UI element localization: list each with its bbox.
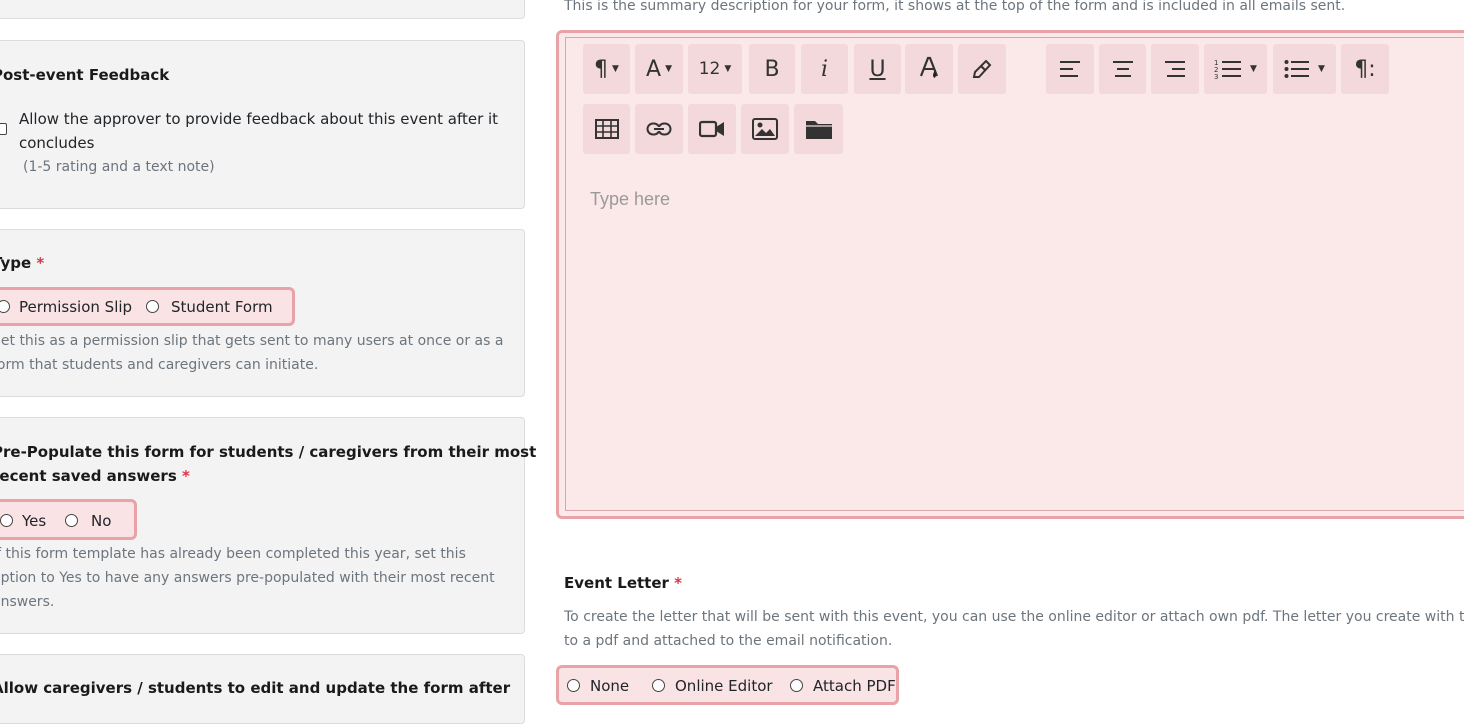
font-family-button[interactable]: A ▼ <box>635 44 683 94</box>
paragraph-icon: ¶ <box>594 56 609 82</box>
table-icon <box>594 119 619 139</box>
paragraph-format-icon: ¶: <box>1354 56 1376 82</box>
feedback-checkbox-label[interactable]: Allow the approver to provide feedback a… <box>19 107 498 155</box>
align-left-button[interactable] <box>1046 44 1094 94</box>
chevron-down-icon: ▼ <box>612 64 619 74</box>
align-left-icon <box>1060 61 1080 77</box>
prepopulate-help: If this form template has already been c… <box>0 542 495 614</box>
type-card: Type * Permission Slip Student Form Set … <box>0 229 525 397</box>
insert-table-button[interactable] <box>583 104 630 154</box>
paragraph-style-button[interactable]: ¶ ▼ <box>583 44 630 94</box>
feedback-label-line2: concludes <box>19 134 95 152</box>
event-letter-radio-group: None Online Editor Attach PDF <box>556 665 899 705</box>
event-letter-help-line2: to a pdf and attached to the email notif… <box>564 633 893 649</box>
highlight-icon <box>972 59 992 78</box>
feedback-card: Post-event Feedback Allow the approver t… <box>0 40 525 209</box>
settings-card-top <box>0 0 525 19</box>
svg-text:3: 3 <box>1214 73 1218 80</box>
underline-button[interactable]: U <box>854 44 901 94</box>
chevron-down-icon: ▼ <box>1318 64 1325 74</box>
prepopulate-title-line2: recent saved answers <box>0 467 177 485</box>
text-color-button[interactable] <box>905 44 953 94</box>
type-help-line1: Set this as a permission slip that gets … <box>0 333 504 349</box>
insert-video-button[interactable] <box>688 104 736 154</box>
font-size-value: 12 <box>698 59 721 79</box>
prepopulate-help-line2: option to Yes to have any answers pre-po… <box>0 570 495 586</box>
font-size-button[interactable]: 12 ▼ <box>688 44 742 94</box>
radio-none-label[interactable]: None <box>590 677 629 695</box>
radio-no[interactable] <box>65 514 78 527</box>
radio-yes-label[interactable]: Yes <box>22 512 46 530</box>
ordered-list-button[interactable]: 1 2 3 ▼ <box>1204 44 1267 94</box>
bold-icon: B <box>764 56 780 82</box>
radio-attach-pdf-label[interactable]: Attach PDF <box>813 677 896 695</box>
chevron-down-icon: ▼ <box>1250 64 1257 74</box>
type-title-text: Type <box>0 254 32 272</box>
unordered-list-icon <box>1284 60 1310 78</box>
prepopulate-help-line1: If this form template has already been c… <box>0 546 466 562</box>
allow-edit-title: Allow caregivers / students to edit and … <box>0 679 511 697</box>
type-radio-group: Permission Slip Student Form <box>0 287 295 326</box>
text-color-icon <box>919 56 939 78</box>
radio-none[interactable] <box>567 679 580 692</box>
italic-icon: i <box>820 56 829 82</box>
bold-button[interactable]: B <box>749 44 795 94</box>
radio-yes[interactable] <box>0 514 13 527</box>
ordered-list-icon: 123 <box>1214 59 1242 80</box>
prepopulate-title-line1: Pre-Populate this form for students / ca… <box>0 443 537 461</box>
unordered-list-button[interactable]: ▼ <box>1273 44 1336 94</box>
radio-no-label[interactable]: No <box>91 512 111 530</box>
event-letter-help: To create the letter that will be sent w… <box>564 605 1464 653</box>
required-asterisk: * <box>36 254 45 272</box>
align-right-button[interactable] <box>1151 44 1199 94</box>
radio-online-editor-label[interactable]: Online Editor <box>675 677 773 695</box>
insert-image-button[interactable] <box>741 104 789 154</box>
radio-student-form[interactable] <box>146 300 159 313</box>
type-title: Type * <box>0 254 44 272</box>
event-letter-title: Event Letter * <box>564 574 682 592</box>
image-icon <box>752 118 778 140</box>
feedback-title: Post-event Feedback <box>0 66 170 84</box>
radio-student-form-label[interactable]: Student Form <box>171 298 273 316</box>
italic-button[interactable]: i <box>801 44 848 94</box>
insert-link-button[interactable] <box>635 104 683 154</box>
editor-content-area[interactable]: Type here <box>590 189 670 210</box>
allow-edit-card: Allow caregivers / students to edit and … <box>0 654 525 724</box>
description-editor: ¶ ▼ A ▼ 12 ▼ B i U 1 2 3 ▼ ▼ ¶: Type her… <box>556 30 1464 519</box>
required-asterisk: * <box>674 574 683 592</box>
feedback-label-line1: Allow the approver to provide feedback a… <box>19 110 499 128</box>
type-help: Set this as a permission slip that gets … <box>0 329 503 377</box>
prepopulate-title: Pre-Populate this form for students / ca… <box>0 440 536 488</box>
video-icon <box>699 120 724 138</box>
type-help-line2: form that students and caregivers can in… <box>0 357 319 373</box>
font-icon: A <box>646 56 662 82</box>
highlight-button[interactable] <box>958 44 1006 94</box>
align-center-icon <box>1112 61 1133 77</box>
required-asterisk: * <box>182 467 190 485</box>
feedback-checkbox[interactable] <box>0 123 7 135</box>
radio-online-editor[interactable] <box>652 679 665 692</box>
radio-attach-pdf[interactable] <box>790 679 803 692</box>
folder-icon <box>805 121 832 139</box>
feedback-note: (1-5 rating and a text note) <box>23 159 215 175</box>
underline-icon: U <box>869 56 886 82</box>
align-right-icon <box>1165 61 1185 77</box>
prepopulate-card: Pre-Populate this form for students / ca… <box>0 417 536 634</box>
event-letter-help-line1: To create the letter that will be sent w… <box>564 609 1464 625</box>
form-summary-help: This is the summary description for your… <box>564 0 1346 14</box>
radio-permission-slip[interactable] <box>0 300 10 313</box>
radio-permission-slip-label[interactable]: Permission Slip <box>19 298 132 316</box>
prepopulate-help-line3: answers. <box>0 594 55 610</box>
insert-file-button[interactable] <box>794 104 843 154</box>
chevron-down-icon: ▼ <box>724 64 732 74</box>
chevron-down-icon: ▼ <box>665 64 672 74</box>
event-letter-title-text: Event Letter <box>564 574 669 592</box>
align-center-button[interactable] <box>1099 44 1146 94</box>
prepopulate-radio-group: Yes No <box>0 499 137 540</box>
paragraph-format-button[interactable]: ¶: <box>1341 44 1389 94</box>
link-icon <box>646 122 672 136</box>
paragraph-format-symbol: ¶ <box>1354 56 1369 82</box>
